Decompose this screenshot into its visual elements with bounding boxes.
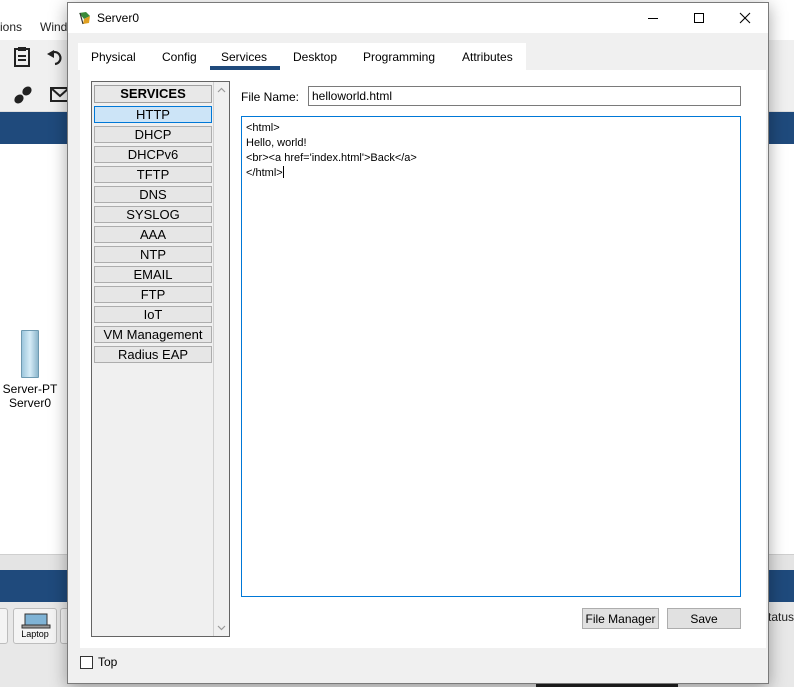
text-caret [282, 166, 284, 178]
menu-window[interactable]: Wind [40, 20, 67, 34]
service-dhcp[interactable]: DHCP [94, 126, 212, 143]
device-thumb-laptop[interactable]: Laptop [13, 608, 57, 644]
tab-attributes[interactable]: Attributes [462, 50, 513, 64]
chevron-up-icon [217, 87, 226, 93]
service-dns[interactable]: DNS [94, 186, 212, 203]
services-list: SERVICES HTTP DHCP DHCPv6 TFTP DNS SYSLO… [91, 81, 230, 637]
services-header: SERVICES [94, 85, 212, 103]
minimize-button[interactable] [630, 3, 676, 33]
laptop-icon [21, 613, 51, 629]
service-iot[interactable]: IoT [94, 306, 212, 323]
service-email[interactable]: EMAIL [94, 266, 212, 283]
packet-tracer-icon [77, 10, 93, 26]
service-vm-management[interactable]: VM Management [94, 326, 212, 343]
status-label: tatus [768, 610, 794, 624]
code-line-text: </html> [246, 167, 283, 179]
chevron-down-icon [217, 625, 226, 631]
file-manager-button[interactable]: File Manager [582, 608, 659, 629]
service-http[interactable]: HTTP [94, 106, 212, 123]
code-line: <br><a href='index.html'>Back</a> [246, 152, 417, 164]
service-ntp[interactable]: NTP [94, 246, 212, 263]
service-syslog[interactable]: SYSLOG [94, 206, 212, 223]
tab-physical[interactable]: Physical [91, 50, 136, 64]
device-server0[interactable]: Server-PT Server0 [2, 330, 58, 410]
device-type-label: Server-PT [2, 382, 58, 396]
tab-desktop[interactable]: Desktop [293, 50, 337, 64]
service-tftp[interactable]: TFTP [94, 166, 212, 183]
tab-services[interactable]: Services [221, 50, 267, 64]
file-name-input[interactable] [308, 86, 741, 106]
top-label: Top [98, 655, 118, 669]
scroll-down-button[interactable] [214, 620, 229, 636]
code-line: <html> [246, 122, 280, 134]
file-name-label: File Name: [241, 90, 300, 104]
maximize-icon [694, 13, 704, 23]
device-name-label: Server0 [8, 396, 52, 410]
save-button[interactable]: Save [667, 608, 741, 629]
menu-options[interactable]: ions [0, 20, 22, 34]
device-thumb-label: Laptop [21, 629, 49, 639]
scroll-up-button[interactable] [214, 82, 229, 98]
tab-bar: Physical Config Services Desktop Program… [78, 43, 526, 70]
code-line-last: </html> [246, 166, 736, 181]
services-list-body: SERVICES HTTP DHCP DHCPv6 TFTP DNS SYSLO… [92, 82, 214, 636]
device-thumb-partial[interactable] [0, 608, 8, 644]
service-aaa[interactable]: AAA [94, 226, 212, 243]
tab-programming[interactable]: Programming [363, 50, 435, 64]
code-line: Hello, world! [246, 137, 307, 149]
service-radius-eap[interactable]: Radius EAP [94, 346, 212, 363]
dialog-titlebar[interactable]: Server0 [68, 3, 768, 33]
clipboard-icon[interactable] [12, 46, 32, 73]
service-ftp[interactable]: FTP [94, 286, 212, 303]
undo-icon[interactable] [46, 46, 64, 73]
server-icon [21, 330, 39, 378]
close-icon [739, 12, 751, 24]
service-dhcpv6[interactable]: DHCPv6 [94, 146, 212, 163]
link-icon[interactable] [12, 84, 34, 111]
minimize-icon [648, 18, 658, 19]
tab-config[interactable]: Config [162, 50, 197, 64]
top-checkbox[interactable] [80, 656, 93, 669]
server-dialog: Server0 Physical Config Services Desktop… [67, 2, 769, 684]
services-scrollbar[interactable] [214, 82, 229, 636]
dialog-title: Server0 [97, 11, 140, 25]
maximize-button[interactable] [676, 3, 722, 33]
html-content-editor[interactable]: <html> Hello, world! <br><a href='index.… [241, 116, 741, 597]
close-button[interactable] [722, 3, 768, 33]
